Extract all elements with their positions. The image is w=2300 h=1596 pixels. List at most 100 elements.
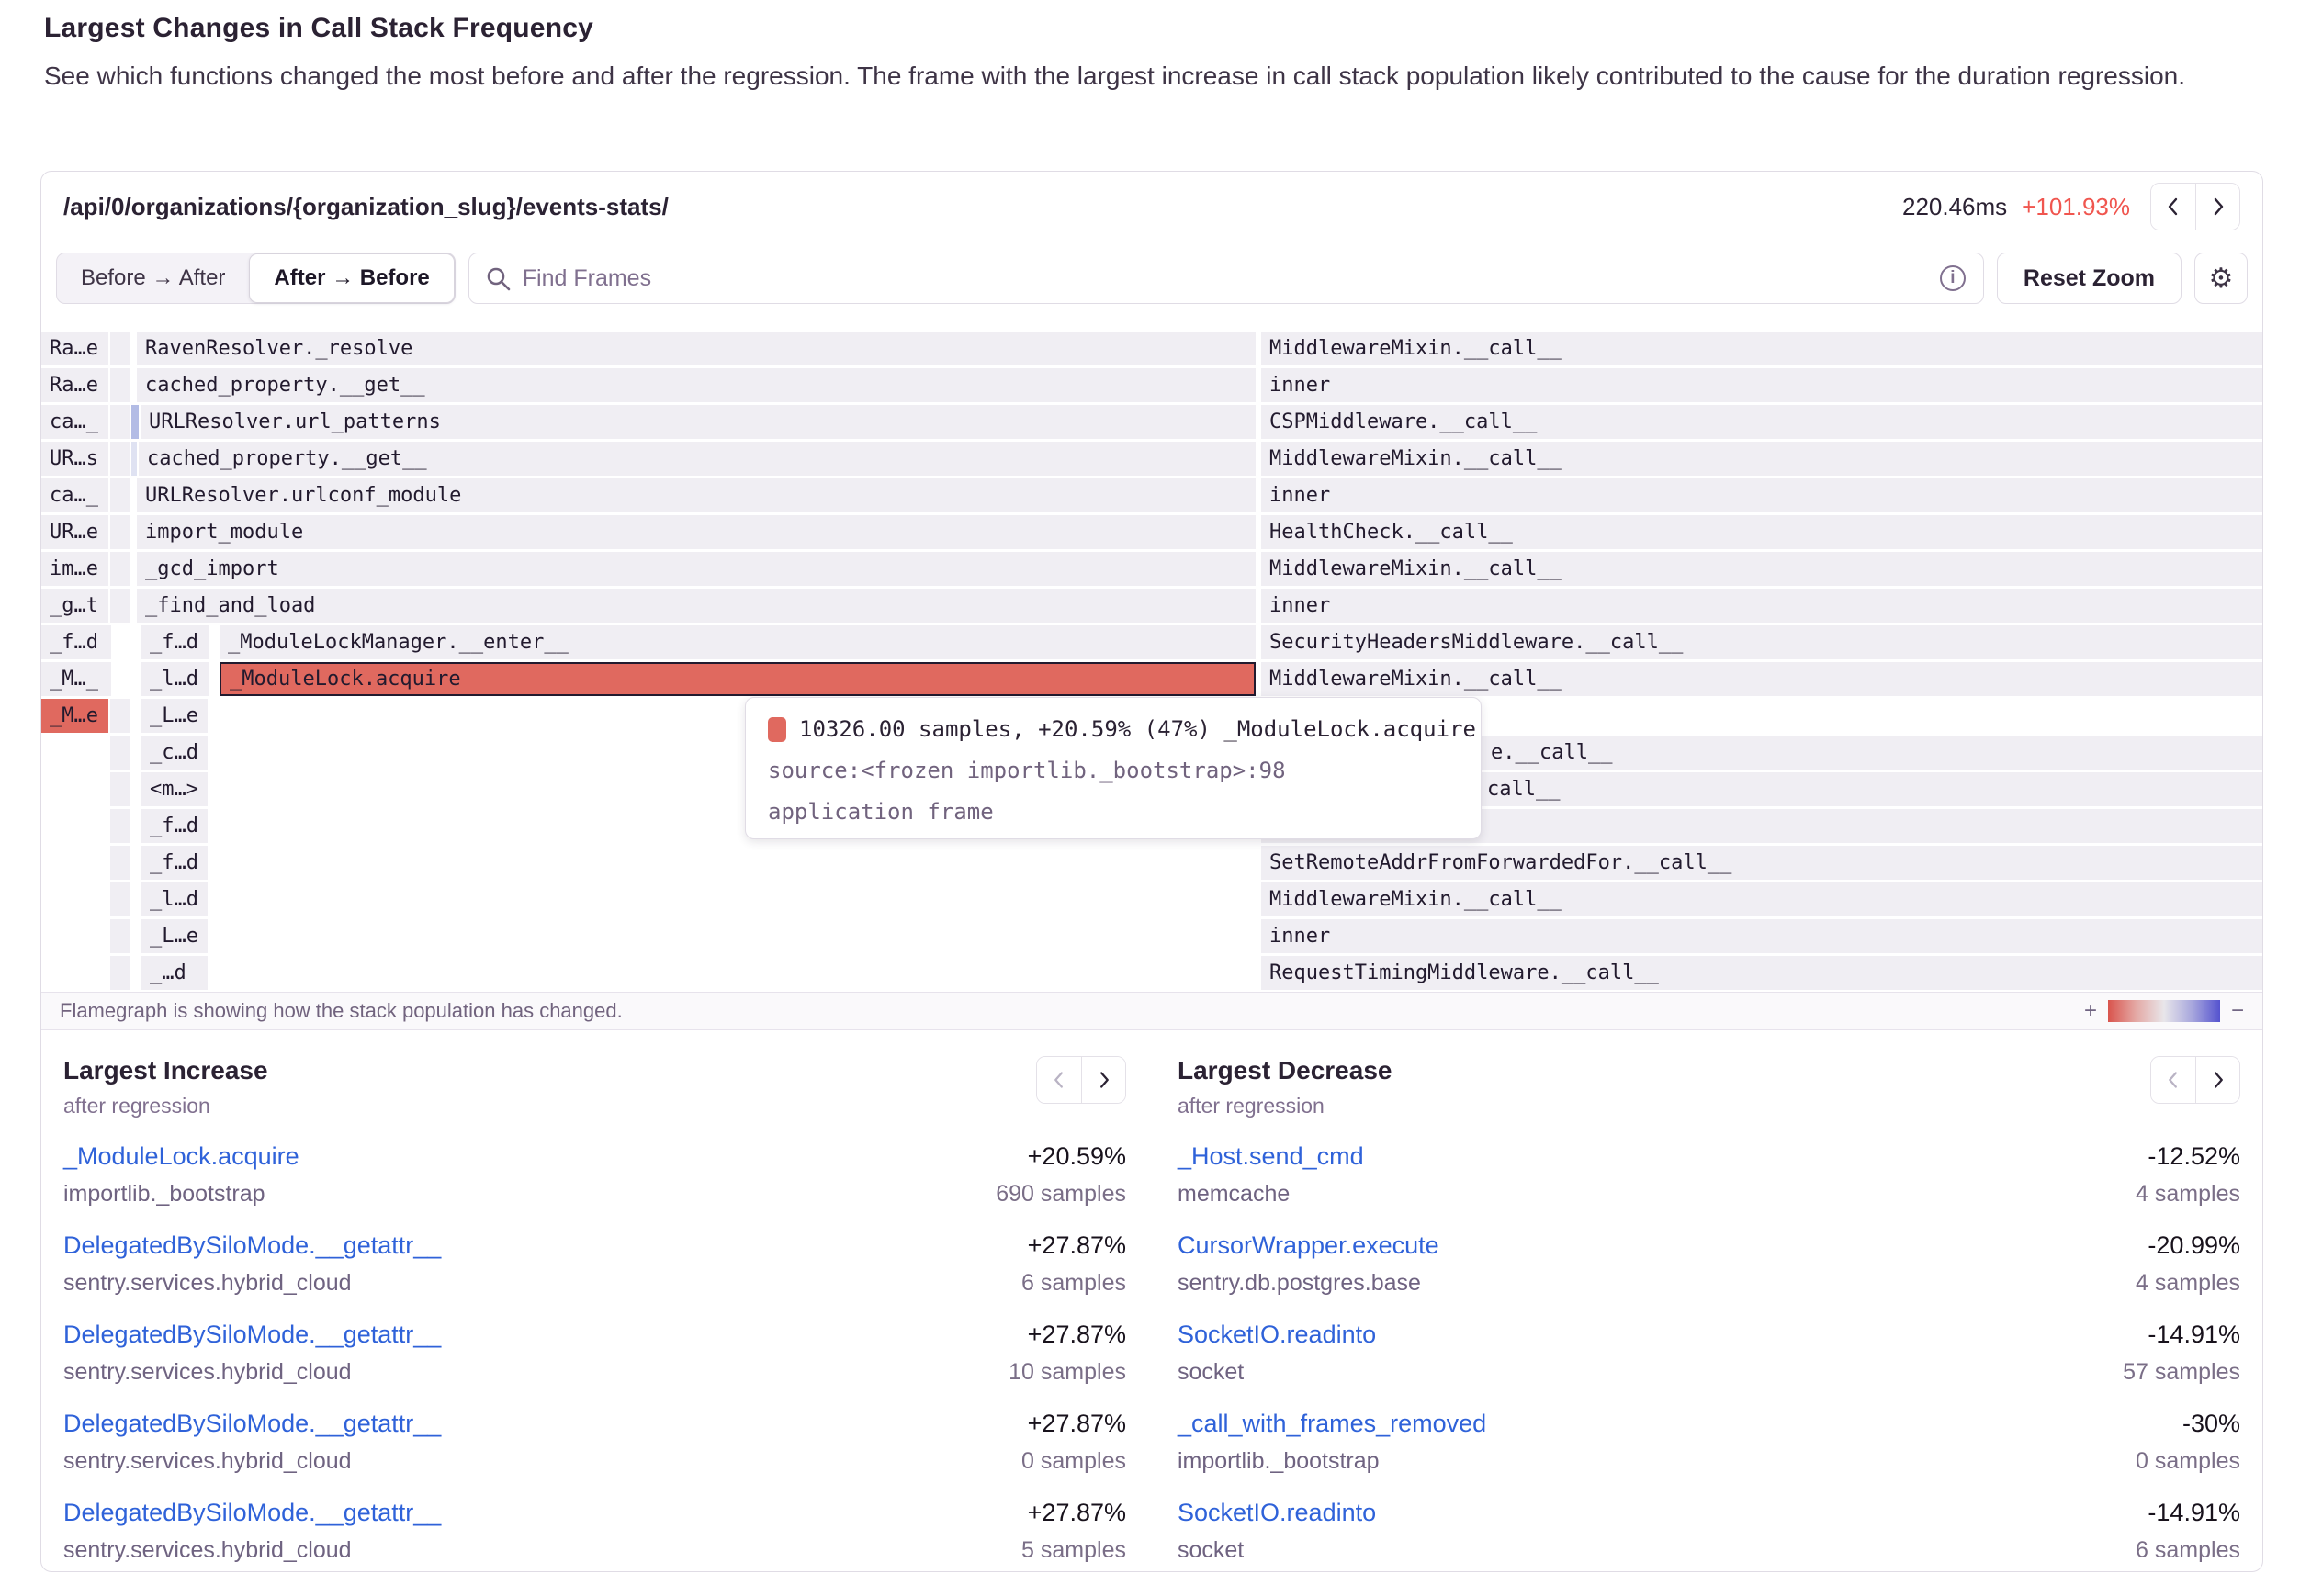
flamegraph-frame[interactable]: _f…d [141,625,209,659]
find-frames-search: i [468,253,1984,304]
flamegraph-frame[interactable] [110,552,130,586]
function-link[interactable]: DelegatedBySiloMode.__getattr__ [63,1231,441,1260]
flamegraph-frame[interactable]: Ra…e [41,332,108,365]
change-percent: -30% [2136,1410,2240,1438]
flamegraph-frame[interactable] [110,699,130,733]
function-link[interactable]: _call_with_frames_removed [1178,1410,1486,1438]
flamegraph-frame[interactable]: RequestTimingMiddleware.__call__ [1261,956,2262,990]
info-icon[interactable]: i [1940,265,1966,291]
flamegraph-status-bar: Flamegraph is showing how the stack popu… [41,992,2262,1030]
page-description: See which functions changed the most bef… [44,57,2193,95]
toggle-before-after[interactable]: Before → After [57,253,249,303]
settings-button[interactable]: ⚙ [2194,253,2248,304]
flamegraph-frame[interactable]: _ModuleLockManager.__enter__ [220,625,1256,659]
flamegraph-frame[interactable]: ca…_ [41,405,108,439]
flamegraph-frame[interactable] [110,589,130,623]
flamegraph-frame[interactable]: _c…d [141,736,208,770]
flamegraph-row: Ra…e RavenResolver._resolveMiddlewareMixi… [41,332,2262,365]
flamegraph-frame[interactable] [110,478,130,512]
flamegraph-frame[interactable]: UR…e [41,515,108,549]
function-link[interactable]: DelegatedBySiloMode.__getattr__ [63,1321,441,1349]
flamegraph-frame[interactable] [110,736,130,770]
flamegraph-frame[interactable]: SetRemoteAddrFromForwardedFor.__call__ [1261,846,2262,880]
next-endpoint-button[interactable] [2195,184,2239,230]
flamegraph-frame[interactable] [110,772,130,806]
flamegraph-frame[interactable] [110,809,130,843]
sample-count: 4 samples [2136,1181,2240,1208]
flamegraph-frame[interactable]: _gcd_import [137,552,1256,586]
flamegraph-row: UR…e import_moduleHealthCheck.__call__ [41,515,2262,549]
flamegraph-frame[interactable]: UR…s [41,442,108,476]
increase-next-button[interactable] [1081,1057,1125,1103]
flamegraph-frame[interactable] [110,919,130,953]
flamegraph-frame[interactable] [131,405,139,439]
flamegraph-frame[interactable]: _g…t [41,589,108,623]
flamegraph-frame[interactable]: <m…> [141,772,208,806]
function-link[interactable]: SocketIO.readinto [1178,1321,1376,1349]
flamegraph-frame[interactable]: _f…d [141,846,208,880]
flamegraph-frame[interactable] [110,442,130,476]
flamegraph-frame[interactable] [110,882,130,916]
change-percent: +27.87% [1009,1321,1126,1349]
function-link[interactable]: SocketIO.readinto [1178,1499,1376,1527]
flamegraph-frame[interactable]: MiddlewareMixin.__call__ [1261,552,2262,586]
function-link[interactable]: DelegatedBySiloMode.__getattr__ [63,1410,441,1438]
flamegraph-frame[interactable]: _L…e [141,699,208,733]
flamegraph-frame[interactable]: _M…_ [41,662,111,696]
flamegraph-frame[interactable]: cached_property.__get__ [139,442,1256,476]
prev-endpoint-button[interactable] [2151,184,2195,230]
flamegraph-frame[interactable]: URLResolver.url_patterns [141,405,1256,439]
flamegraph-frame[interactable]: ca…_ [41,478,108,512]
function-link[interactable]: _ModuleLock.acquire [63,1142,299,1171]
flamegraph-frame[interactable] [110,405,130,439]
toggle-after-before[interactable]: After → Before [249,253,454,303]
increase-prev-button[interactable] [1037,1057,1081,1103]
flamegraph-frame[interactable]: SecurityHeadersMiddleware.__call__ [1261,625,2262,659]
diff-color-legend: + − [2084,998,2244,1024]
flamegraph-frame[interactable]: _f…d [141,809,208,843]
flamegraph-frame[interactable]: _L…e [141,919,208,953]
decrease-prev-button[interactable] [2151,1057,2195,1103]
flamegraph-frame[interactable]: cached_property.__get__ [137,368,1256,402]
sample-count: 5 samples [1021,1537,1126,1564]
flamegraph-frame[interactable] [110,956,130,990]
flamegraph-frame[interactable] [110,846,130,880]
flamegraph-frame[interactable]: _…d [141,956,208,990]
tooltip-frame-type: application frame [768,799,1459,825]
differential-flamegraph[interactable]: _…dRequestTimingMiddleware.__call___L…ei… [41,314,2262,992]
flamegraph-frame[interactable]: im…e [41,552,108,586]
flamegraph-frame[interactable]: MiddlewareMixin.__call__ [1261,882,2262,916]
flamegraph-frame[interactable]: inner [1261,919,2262,953]
function-change-item: CursorWrapper.executesentry.db.postgres.… [1178,1231,2240,1297]
flamegraph-frame[interactable]: URLResolver.urlconf_module [137,478,1256,512]
function-change-item: _ModuleLock.acquireimportlib._bootstrap+… [63,1142,1126,1208]
flamegraph-frame[interactable]: inner [1261,589,2262,623]
flamegraph-frame[interactable]: inner [1261,368,2262,402]
flamegraph-frame[interactable]: _l…d [141,662,209,696]
flamegraph-frame[interactable]: MiddlewareMixin.__call__ [1261,332,2262,365]
flamegraph-frame[interactable]: inner [1261,478,2262,512]
flamegraph-frame[interactable] [110,515,130,549]
flamegraph-frame[interactable] [110,368,130,402]
decrease-next-button[interactable] [2195,1057,2239,1103]
flamegraph-frame[interactable] [110,332,130,365]
flamegraph-frame[interactable]: _l…d [141,882,208,916]
search-input[interactable] [468,253,1984,304]
flamegraph-frame-selected[interactable]: _ModuleLock.acquire [220,662,1256,696]
function-link[interactable]: _Host.send_cmd [1178,1142,1364,1171]
flamegraph-frame[interactable] [131,442,137,476]
flamegraph-frame[interactable]: CSPMiddleware.__call__ [1261,405,2262,439]
chevron-right-icon [2204,1066,2232,1094]
flamegraph-frame[interactable]: _find_and_load [137,589,1256,623]
flamegraph-frame-selected[interactable]: _M…e [41,699,108,733]
reset-zoom-button[interactable]: Reset Zoom [1997,253,2182,304]
function-link[interactable]: CursorWrapper.execute [1178,1231,1439,1260]
flamegraph-frame[interactable]: RavenResolver._resolve [137,332,1256,365]
flamegraph-frame[interactable]: Ra…e [41,368,108,402]
flamegraph-frame[interactable]: MiddlewareMixin.__call__ [1261,662,2262,696]
flamegraph-frame[interactable]: import_module [137,515,1256,549]
flamegraph-frame[interactable]: _f…d [41,625,111,659]
function-link[interactable]: DelegatedBySiloMode.__getattr__ [63,1499,441,1527]
flamegraph-frame[interactable]: MiddlewareMixin.__call__ [1261,442,2262,476]
flamegraph-frame[interactable]: HealthCheck.__call__ [1261,515,2262,549]
